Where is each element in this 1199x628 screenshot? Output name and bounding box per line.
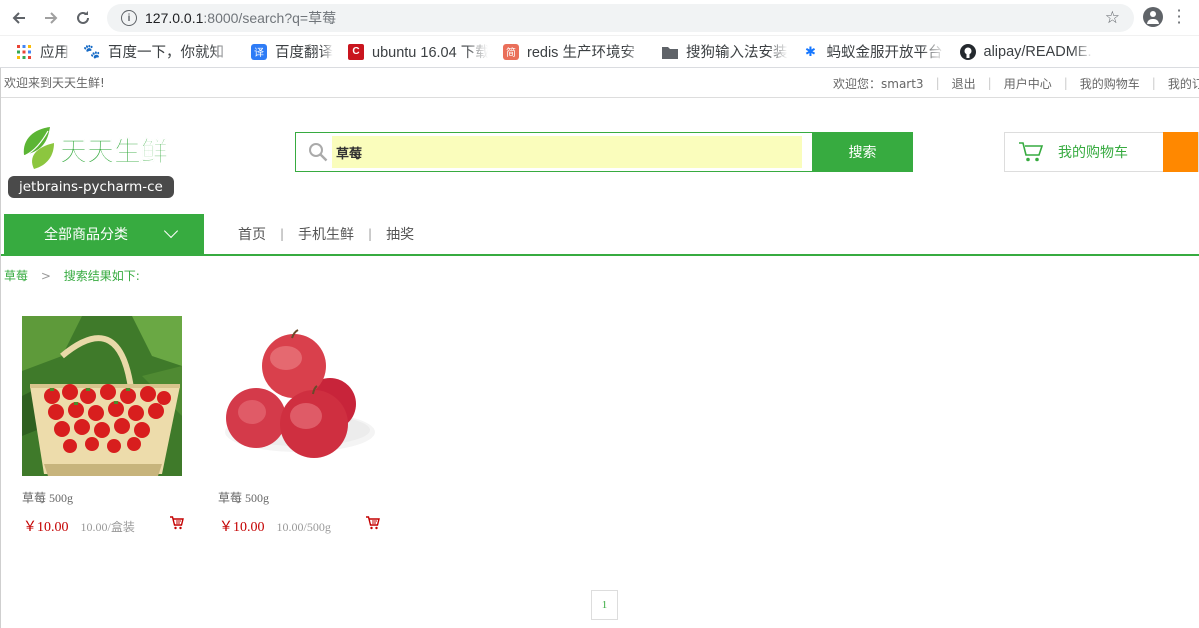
my-cart-link[interactable]: 我的购物车: [1080, 75, 1140, 92]
bookmark-label: 百度翻译: [275, 45, 333, 61]
jianshu-icon: 简: [503, 43, 519, 60]
divider: |: [1063, 76, 1068, 90]
bookmark-label: 蚂蚁金服开放平台: [826, 45, 943, 61]
bookmark-baidu-translate[interactable]: 译 百度翻译: [240, 36, 337, 67]
bookmark-label: 应用: [40, 45, 69, 61]
bookmark-redis[interactable]: 简 redis 生产环境安: [492, 36, 651, 67]
greeting-text: 欢迎您：smart3: [833, 76, 924, 91]
translate-icon: 译: [251, 43, 267, 60]
add-to-cart-icon[interactable]: [169, 515, 184, 534]
apps-grid-icon: [16, 44, 32, 60]
add-to-cart-icon[interactable]: [365, 515, 380, 534]
product-price: ￥10.00: [23, 520, 69, 535]
chevron-down-icon: [163, 223, 179, 239]
csdn-icon: C: [348, 43, 364, 60]
price-row: ￥10.00 10.00/500g: [219, 516, 396, 536]
nav-home[interactable]: 首页: [238, 224, 266, 244]
all-categories-label: 全部商品分类: [44, 227, 128, 243]
product-name[interactable]: 草莓 500g: [218, 489, 396, 506]
bookmark-github[interactable]: alipay/README.: [949, 36, 1098, 67]
breadcrumb-category[interactable]: 草莓: [4, 269, 28, 283]
cart-label: 我的购物车: [1058, 145, 1128, 161]
address-bar[interactable]: i 127.0.0.1:8000/search?q=草莓 ☆: [107, 4, 1134, 32]
divider: |: [935, 76, 940, 90]
bookmark-sogou[interactable]: 搜狗输入法安装: [651, 36, 792, 67]
product-unit: 10.00/盒装: [80, 520, 135, 534]
product-image-strawberry[interactable]: [22, 316, 182, 476]
my-orders-link[interactable]: 我的订单: [1168, 75, 1199, 92]
browser-toolbar: i 127.0.0.1:8000/search?q=草莓 ☆ · · ·: [0, 0, 1199, 36]
bookmark-ubuntu[interactable]: C ubuntu 16.04 下载: [337, 36, 492, 67]
price-row: ￥10.00 10.00/盒装: [23, 516, 200, 536]
shopping-cart-icon: [1018, 141, 1044, 163]
bookmark-antfin[interactable]: ✱ 蚂蚁金服开放平台: [792, 36, 949, 67]
site-topbar: 欢迎来到天天生鲜! 欢迎您：smart3 | 退出 | 用户中心 | 我的购物车…: [0, 68, 1199, 98]
product-price: ￥10.00: [219, 520, 265, 535]
main-nav: 全部商品分类 首页 | 手机生鲜 | 抽奖: [0, 214, 1199, 256]
bookmarks-bar: 应用 🐾 百度一下，你就知 译 百度翻译 C ubuntu 16.04 下载 简…: [0, 36, 1199, 68]
folder-icon: [662, 44, 678, 60]
bookmark-baidu[interactable]: 🐾 百度一下，你就知: [73, 36, 240, 67]
product-card: 草莓 500g ￥10.00 10.00/500g: [216, 316, 396, 536]
baidu-paw-icon: 🐾: [83, 43, 101, 59]
breadcrumb-separator: >: [40, 269, 51, 283]
divider: |: [368, 227, 373, 241]
user-links: 欢迎您：smart3 | 退出 | 用户中心 | 我的购物车 | 我的订单: [833, 68, 1199, 98]
back-arrow-icon[interactable]: [6, 5, 32, 31]
all-categories-menu[interactable]: 全部商品分类: [4, 214, 204, 254]
bookmark-star-icon[interactable]: ☆: [1105, 8, 1120, 28]
bookmark-apps[interactable]: 应用: [0, 36, 73, 67]
antfin-icon: ✱: [805, 43, 816, 59]
search-button[interactable]: 搜索: [812, 132, 913, 172]
product-name[interactable]: 草莓 500g: [22, 489, 200, 506]
divider: |: [987, 76, 992, 90]
header-cart[interactable]: 我的购物车: [1004, 132, 1199, 172]
divider: |: [1151, 76, 1156, 90]
site-header: 天天生鲜 jetbrains-pycharm-ce 搜索 我的购物车: [0, 98, 1199, 214]
search-icon: [304, 133, 332, 171]
search-input[interactable]: [332, 136, 802, 168]
url-path: :8000/search?q=草莓: [203, 10, 337, 26]
profile-avatar-icon[interactable]: [1143, 7, 1163, 27]
cart-count-badge: [1163, 132, 1198, 172]
svg-text:天天生鲜: 天天生鲜: [60, 137, 168, 168]
github-icon: [959, 43, 976, 60]
product-unit: 10.00/500g: [276, 520, 331, 534]
divider: |: [280, 227, 285, 241]
pagination-page-1[interactable]: 1: [591, 590, 618, 620]
user-center-link[interactable]: 用户中心: [1004, 75, 1052, 92]
breadcrumb: 草莓 > 搜索结果如下:: [4, 267, 140, 284]
url-host: 127.0.0.1: [145, 10, 204, 26]
nav-links: 首页 | 手机生鲜 | 抽奖: [238, 214, 414, 254]
nav-mobile-fresh[interactable]: 手机生鲜: [298, 224, 354, 244]
bookmark-label: 搜狗输入法安装: [686, 45, 788, 61]
reload-icon[interactable]: [70, 5, 96, 31]
bookmark-label: redis 生产环境安: [527, 45, 635, 61]
logout-link[interactable]: 退出: [952, 75, 976, 92]
menu-kebab-icon[interactable]: · · ·: [1176, 3, 1182, 31]
info-icon[interactable]: i: [121, 10, 137, 26]
bookmark-label: alipay/README.: [983, 43, 1092, 60]
nav-lottery[interactable]: 抽奖: [386, 224, 414, 244]
forward-arrow-icon[interactable]: [38, 5, 64, 31]
welcome-text: 欢迎来到天天生鲜!: [4, 76, 105, 90]
breadcrumb-text: 搜索结果如下:: [63, 269, 140, 283]
app-tooltip: jetbrains-pycharm-ce: [8, 176, 174, 198]
site-logo[interactable]: 天天生鲜: [20, 125, 175, 175]
product-image-apple[interactable]: [218, 316, 378, 476]
bookmark-label: ubuntu 16.04 下载: [372, 45, 488, 61]
product-card: 草莓 500g ￥10.00 10.00/盒装: [20, 316, 200, 536]
bookmark-label: 百度一下，你就知: [108, 45, 224, 61]
search-bar: 搜索: [295, 132, 913, 172]
window-edge: [0, 68, 1, 628]
